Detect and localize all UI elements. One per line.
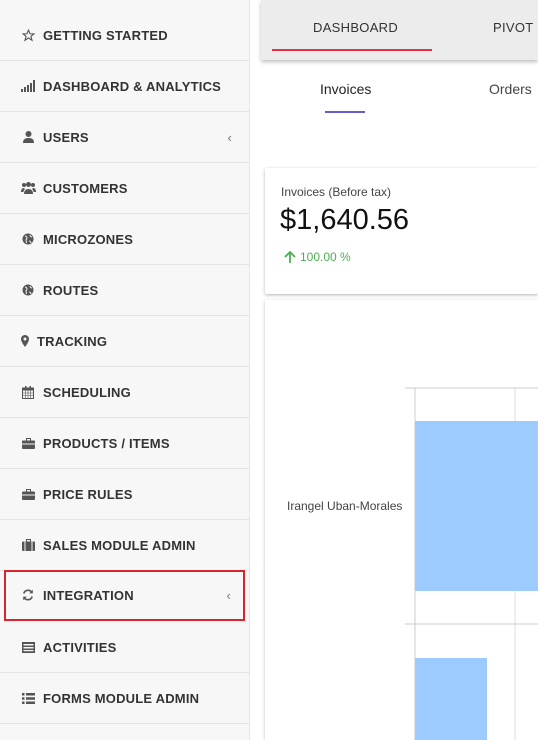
briefcase-icon [20,436,36,450]
sidebar-item-label: TRACKING [37,333,108,349]
bar-category-2 [415,658,487,740]
list-alt-icon [20,640,36,654]
sidebar-item-label: PRODUCTS / ITEMS [43,435,170,451]
subtab-orders[interactable]: Orders [489,81,532,97]
sidebar-item-integration[interactable]: INTEGRATION ‹ [4,570,245,621]
sidebar-nav: GETTING STARTED DASHBOARD & ANALYTICS US… [0,0,250,740]
star-outline-icon [20,28,36,42]
sidebar-item-label: GETTING STARTED [43,27,168,43]
sidebar-item-activities[interactable]: ACTIVITIES [0,622,250,673]
calendar-icon [20,385,36,399]
bar-irangel-uban-morales [415,421,538,591]
kpi-value: $1,640.56 [280,204,410,236]
sidebar-item-forms-module-admin[interactable]: FORMS MODULE ADMIN [0,673,250,724]
sidebar-item-customers[interactable]: CUSTOMERS [0,163,250,214]
chevron-left-icon[interactable]: ‹ [227,130,232,145]
kpi-change-value: 100.00 % [300,250,351,264]
sidebar-item-label: SALES MODULE ADMIN [43,537,196,553]
chevron-left-icon[interactable]: ‹ [226,588,231,603]
bar-chart-icon [20,79,36,93]
users-group-icon [20,181,36,195]
kpi-card: Invoices (Before tax) $1,640.56 100.00 % [265,168,538,294]
sidebar-item-label: PRICE RULES [43,486,133,502]
globe-icon [20,283,36,297]
sidebar-item-label: USERS [43,129,89,145]
sidebar-item-getting-started[interactable]: GETTING STARTED [0,10,250,61]
list-icon [20,691,36,705]
arrow-up-icon [284,250,296,263]
sidebar-item-scheduling[interactable]: SCHEDULING [0,367,250,418]
sidebar-item-label: CUSTOMERS [43,180,128,196]
active-subtab-indicator [325,111,365,113]
sidebar-item-label: DASHBOARD & ANALYTICS [43,78,222,94]
sidebar-item-label: INTEGRATION [43,587,134,603]
category-label: Irangel Uban-Morales [287,499,403,513]
sidebar-item-tracking[interactable]: TRACKING [0,316,250,367]
sidebar-item-label: MICROZONES [43,231,134,247]
suitcase-icon [20,538,36,552]
briefcase-icon [20,487,36,501]
kpi-title: Invoices (Before tax) [281,185,392,199]
tab-pivot[interactable]: PIVOT [493,20,534,35]
refresh-icon [20,588,36,602]
bar-chart [405,387,538,740]
subtab-invoices[interactable]: Invoices [320,81,371,97]
sidebar-item-microzones[interactable]: MICROZONES [0,214,250,265]
sidebar-item-label: ACTIVITIES [43,639,117,655]
user-icon [20,130,36,144]
sidebar-item-users[interactable]: USERS ‹ [0,112,250,163]
sidebar-item-label: ROUTES [43,282,99,298]
sidebar-item-sales-module-admin[interactable]: SALES MODULE ADMIN [0,520,250,571]
globe-icon [20,232,36,246]
sidebar-item-routes[interactable]: ROUTES [0,265,250,316]
kpi-change: 100.00 % [283,250,351,264]
sidebar-item-label: SCHEDULING [43,384,131,400]
active-tab-indicator [272,49,432,51]
tab-dashboard[interactable]: DASHBOARD [313,20,398,35]
sidebar-item-products-items[interactable]: PRODUCTS / ITEMS [0,418,250,469]
sidebar-item-dashboard-analytics[interactable]: DASHBOARD & ANALYTICS [0,61,250,112]
map-marker-icon [20,334,30,348]
sidebar-item-label: FORMS MODULE ADMIN [43,690,200,706]
sidebar-item-price-rules[interactable]: PRICE RULES [0,469,250,520]
